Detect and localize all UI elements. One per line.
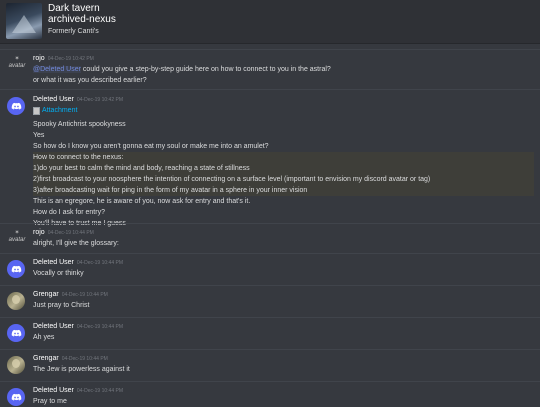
author-name[interactable]: Deleted User <box>33 323 74 330</box>
message-line: So how do I know you aren't gonna eat my… <box>33 142 269 150</box>
avatar[interactable]: ✶ avatar <box>6 56 28 74</box>
timestamp: 04-Dec-19 10:44 PM <box>61 292 108 298</box>
message-line: How do I ask for entry? <box>33 208 105 216</box>
message-line: The Jew is powerless against it <box>33 366 130 373</box>
message-line: alright, I'll give the glossary: <box>33 240 119 247</box>
author-name[interactable]: rojo <box>33 229 45 236</box>
message-group: Grengar 04-Dec-19 10:44 PM Just pray to C… <box>0 285 540 318</box>
timestamp: 04-Dec-19 10:44 PM <box>61 356 108 362</box>
message-line: 2)first broadcast to your noosphere the … <box>33 175 431 183</box>
avatar[interactable]: ✶ avatar <box>6 230 28 248</box>
author-name[interactable]: Grengar <box>33 355 59 362</box>
message-group: ✶ avatar rojo 04-Dec-19 10:42 PM @Deleted … <box>0 49 540 90</box>
message-line: Yes <box>33 131 45 139</box>
message-line: Spooky Antichrist spookyness <box>33 120 126 128</box>
timestamp: 04-Dec-19 10:44 PM <box>76 388 123 394</box>
discord-logo-avatar[interactable] <box>7 324 25 342</box>
channel-topic: Formerly Canti's <box>48 28 99 35</box>
author-name[interactable]: rojo <box>33 55 45 62</box>
message-line: 1)do your best to calm the mind and body… <box>33 164 250 172</box>
guild-icon <box>6 3 42 39</box>
timestamp: 04-Dec-19 10:42 PM <box>47 56 94 62</box>
discord-logo-avatar[interactable] <box>7 388 25 406</box>
author-name[interactable]: Deleted User <box>33 387 74 394</box>
message-line: Pray to me <box>33 398 67 405</box>
message-group: Deleted User 04-Dec-19 10:44 PM Vocally o… <box>0 253 540 286</box>
timestamp: 04-Dec-19 10:42 PM <box>76 97 123 103</box>
timestamp: 04-Dec-19 10:44 PM <box>76 260 123 266</box>
message-line: or what it was you described earlier? <box>33 77 147 84</box>
message-line: Vocally or thinky <box>33 270 84 277</box>
timestamp: 04-Dec-19 10:44 PM <box>47 230 94 236</box>
attachment-link[interactable]: Attachment <box>33 105 540 119</box>
message-group: Deleted User 04-Dec-19 10:44 PM Pray to m… <box>0 381 540 406</box>
timestamp: 04-Dec-19 10:44 PM <box>76 324 123 330</box>
user-mention[interactable]: @Deleted User <box>33 66 81 73</box>
avatar[interactable] <box>7 292 25 310</box>
message-line: 3)after broadcasting wait for ping in th… <box>33 186 308 194</box>
discord-logo-avatar[interactable] <box>7 97 25 115</box>
message-group: Deleted User 04-Dec-19 10:42 PM Attachmen… <box>0 89 540 227</box>
discord-logo-avatar[interactable] <box>7 260 25 278</box>
avatar[interactable] <box>7 356 25 374</box>
author-name[interactable]: Grengar <box>33 291 59 298</box>
message-line: Ah yes <box>33 334 55 341</box>
message-group: ✶ avatar rojo 04-Dec-19 10:44 PM alright, … <box>0 223 540 254</box>
message-group: Deleted User 04-Dec-19 10:44 PM Ah yes <box>0 317 540 350</box>
message-group: Grengar 04-Dec-19 10:44 PM The Jew is pow… <box>0 349 540 382</box>
author-name[interactable]: Deleted User <box>33 259 74 266</box>
channel-name: archived-nexus <box>48 14 116 25</box>
message-line: Just pray to Christ <box>33 302 90 309</box>
message-line: @Deleted User could you give a step-by-s… <box>33 66 331 73</box>
channel-header: Dark tavern archived-nexus Formerly Cant… <box>0 0 540 44</box>
message-line: How to connect to the nexus: <box>33 153 124 161</box>
broken-image-icon <box>33 106 40 115</box>
author-name[interactable]: Deleted User <box>33 96 74 103</box>
message-line: This is an egregore, he is aware of you,… <box>33 197 251 205</box>
highlighted-message: How to connect to the nexus: 1)do your b… <box>33 151 534 196</box>
guild-name: Dark tavern <box>48 3 100 14</box>
